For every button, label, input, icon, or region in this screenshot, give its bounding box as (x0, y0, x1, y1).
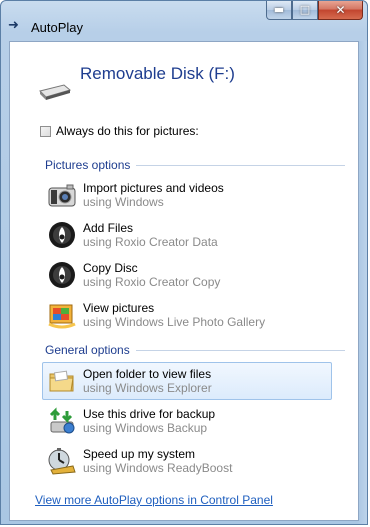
removable-drive-icon (39, 84, 72, 100)
option-readyboost[interactable]: Speed up my system using Windows ReadyBo… (42, 442, 332, 480)
section-general-title: General options (45, 343, 130, 357)
maximize-button[interactable]: □ (292, 1, 318, 20)
option-view-pictures[interactable]: View pictures using Windows Live Photo G… (42, 296, 332, 334)
option-sub: using Windows Live Photo Gallery (83, 315, 266, 329)
photo-gallery-icon (48, 304, 76, 329)
content-panel: Removable Disk (F:) Always do this for p… (9, 41, 359, 521)
close-button[interactable]: ✕ (318, 1, 363, 20)
option-import-pictures[interactable]: Import pictures and videos using Windows (42, 176, 332, 214)
option-sub: using Windows (83, 195, 164, 209)
option-label: Speed up my system (83, 447, 196, 461)
back-arrow-icon[interactable]: ➜ (8, 19, 24, 32)
always-label: Always do this for pictures: (56, 124, 199, 138)
backup-icon (49, 407, 75, 434)
option-label: Add Files (83, 221, 134, 235)
section-general-options: General options (45, 343, 345, 357)
section-pictures-options: Pictures options (45, 158, 345, 172)
section-divider (136, 164, 345, 166)
option-backup[interactable]: Use this drive for backup using Windows … (42, 402, 332, 440)
maximize-icon: □ (299, 3, 311, 16)
minimize-button[interactable]: ▬ (266, 1, 292, 20)
option-add-files[interactable]: Add Files using Roxio Creator Data (42, 216, 332, 254)
readyboost-icon (48, 448, 76, 475)
option-label: View pictures (83, 301, 155, 315)
caption-buttons: ▬ □ ✕ (266, 1, 363, 21)
option-sub: using Roxio Creator Copy (83, 275, 221, 289)
autoplay-window: ➜ AutoPlay ▬ □ ✕ Removable Disk (F:) Alw… (0, 0, 368, 525)
option-sub: using Windows Backup (83, 421, 208, 435)
window-title: AutoPlay (31, 20, 84, 35)
roxio-disc-icon (49, 262, 75, 288)
option-sub: using Windows Explorer (83, 381, 212, 395)
control-panel-link[interactable]: View more AutoPlay options in Control Pa… (35, 493, 273, 507)
camera-icon (48, 184, 76, 207)
title-bar[interactable]: ➜ AutoPlay ▬ □ ✕ (1, 1, 367, 41)
section-pictures-title: Pictures options (45, 158, 131, 172)
option-label: Open folder to view files (83, 367, 212, 381)
section-divider (135, 349, 345, 351)
always-do-this-row[interactable]: Always do this for pictures: (40, 124, 199, 138)
option-label: Use this drive for backup (83, 407, 216, 421)
minimize-icon: ▬ (273, 3, 285, 16)
close-icon: ✕ (335, 3, 346, 17)
option-sub: using Windows ReadyBoost (83, 461, 233, 475)
option-label: Copy Disc (83, 261, 138, 275)
always-checkbox[interactable] (40, 125, 51, 137)
option-label: Import pictures and videos (83, 181, 224, 195)
option-open-folder[interactable]: Open folder to view files using Windows … (42, 362, 332, 400)
folder-icon (49, 370, 74, 392)
device-name: Removable Disk (F:) (80, 64, 235, 83)
option-sub: using Roxio Creator Data (83, 235, 218, 249)
option-copy-disc[interactable]: Copy Disc using Roxio Creator Copy (42, 256, 332, 294)
roxio-disc-icon (49, 222, 75, 248)
